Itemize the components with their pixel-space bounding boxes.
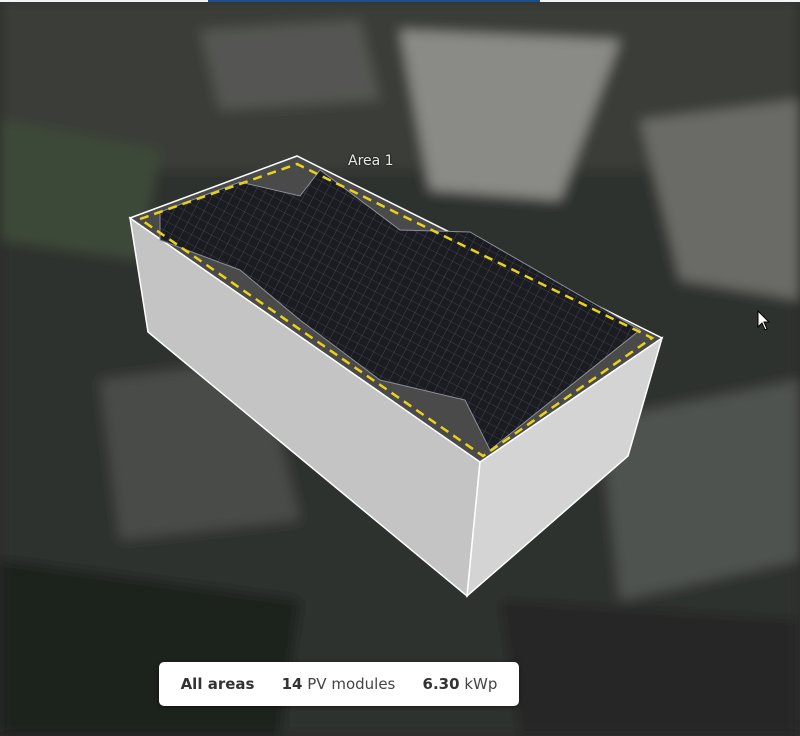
module-count: 14 [281, 675, 303, 693]
top-accent-bar [208, 0, 540, 2]
summary-bar: All areas 14 PV modules 6.30 kWp [159, 662, 519, 706]
power-unit: kWp [464, 675, 498, 693]
map-3d-view[interactable] [0, 0, 800, 736]
summary-modules: 14 PV modules [282, 675, 396, 693]
summary-power: 6.30 kWp [423, 675, 498, 693]
summary-scope: All areas [180, 675, 255, 693]
mouse-cursor-icon [757, 310, 771, 331]
area-label[interactable]: Area 1 [348, 153, 394, 169]
module-label: PV modules [307, 675, 396, 693]
power-value: 6.30 [422, 675, 460, 693]
